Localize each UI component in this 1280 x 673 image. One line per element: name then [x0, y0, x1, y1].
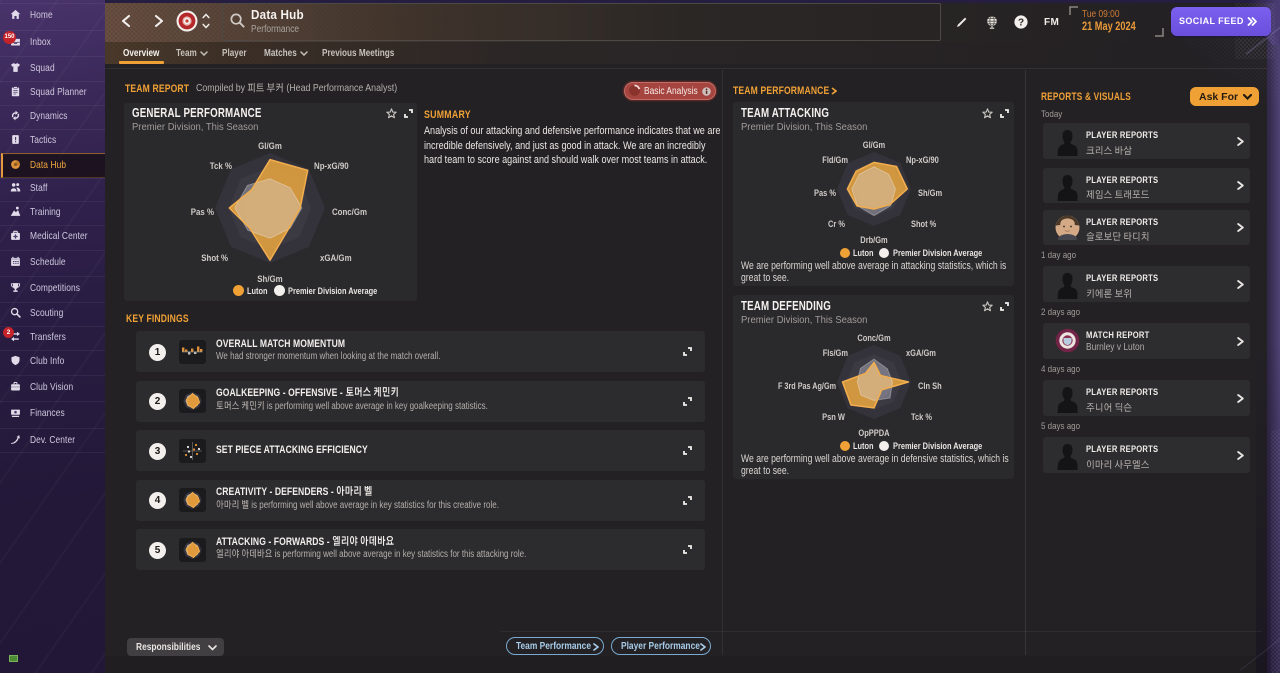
svg-text:Sh/Gm: Sh/Gm — [257, 274, 282, 285]
svg-text:Np-xG/90: Np-xG/90 — [906, 155, 939, 165]
svg-text:Pas %: Pas % — [191, 207, 215, 218]
svg-text:Tck %: Tck % — [210, 161, 233, 172]
svg-text:xGA/Gm: xGA/Gm — [320, 253, 352, 264]
svg-text:Shot %: Shot % — [911, 219, 936, 229]
svg-text:Conc/Gm: Conc/Gm — [857, 333, 890, 343]
svg-text:Cln Sh: Cln Sh — [918, 381, 942, 391]
svg-text:Shot %: Shot % — [201, 253, 228, 264]
svg-text:xGA/Gm: xGA/Gm — [906, 348, 936, 358]
svg-text:Np-xG/90: Np-xG/90 — [314, 161, 349, 172]
svg-text:Cr %: Cr % — [828, 219, 845, 229]
svg-text:Drb/Gm: Drb/Gm — [860, 235, 887, 245]
svg-text:Gl/Gm: Gl/Gm — [863, 140, 885, 150]
svg-text:Fls/Gm: Fls/Gm — [823, 348, 848, 358]
svg-text:Psn W: Psn W — [822, 412, 845, 422]
svg-text:Fld/Gm: Fld/Gm — [822, 155, 848, 165]
svg-text:F 3rd Pas Ag/Gm: F 3rd Pas Ag/Gm — [778, 381, 836, 391]
svg-text:Conc/Gm: Conc/Gm — [332, 207, 367, 218]
svg-text:Tck %: Tck % — [911, 412, 932, 422]
svg-text:Gl/Gm: Gl/Gm — [258, 141, 282, 152]
svg-text:?: ? — [1018, 18, 1024, 29]
svg-text:Sh/Gm: Sh/Gm — [918, 188, 942, 198]
svg-text:OpPPDA: OpPPDA — [858, 428, 890, 438]
svg-text:Pas %: Pas % — [814, 188, 836, 198]
